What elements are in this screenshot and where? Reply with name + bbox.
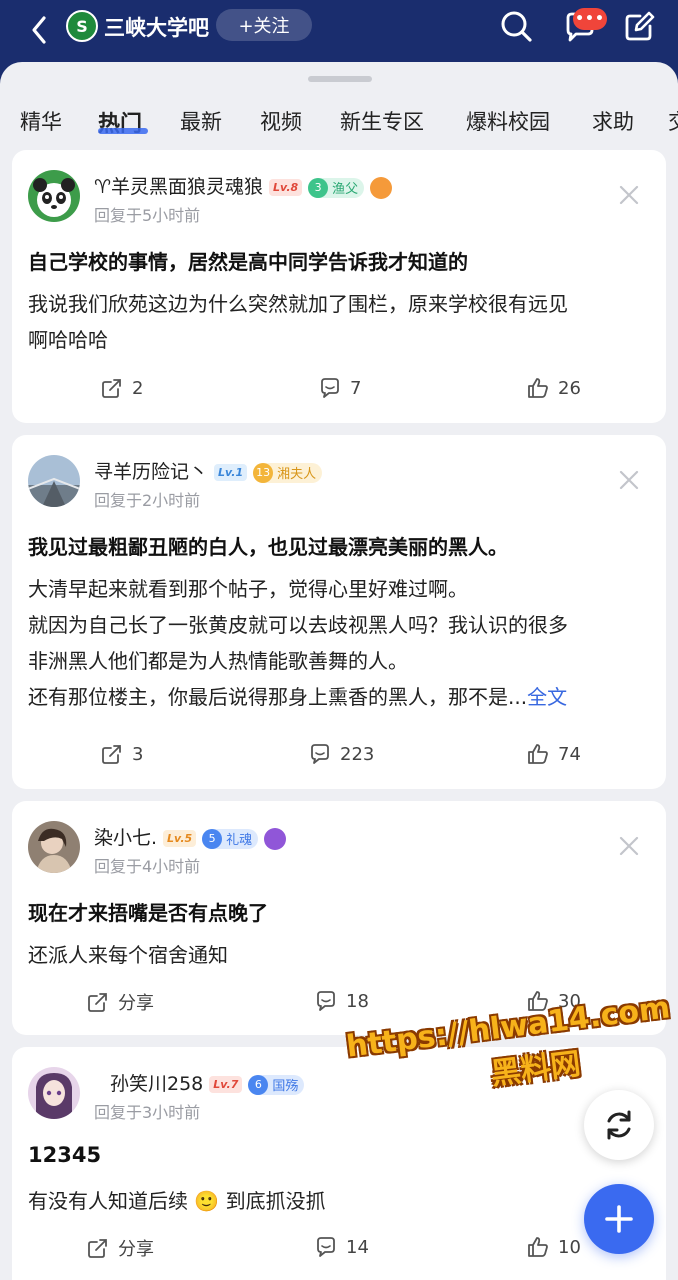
like-button[interactable]: 74 bbox=[526, 742, 581, 766]
thumbs-up-icon bbox=[528, 744, 548, 764]
comment-button[interactable]: 18 bbox=[314, 989, 369, 1013]
tab-help[interactable]: 求助 bbox=[592, 106, 634, 136]
reply-time: 回复于4小时前 bbox=[94, 857, 201, 876]
read-more-link[interactable]: 全文 bbox=[527, 685, 567, 709]
refresh-button[interactable] bbox=[584, 1090, 654, 1160]
title-badge: 6 国殇 bbox=[248, 1074, 305, 1095]
avatar[interactable] bbox=[28, 821, 80, 873]
share-icon bbox=[102, 379, 121, 398]
active-tab-indicator bbox=[98, 128, 148, 134]
post-title[interactable]: 12345 bbox=[28, 1143, 101, 1167]
new-post-button[interactable] bbox=[584, 1184, 654, 1254]
tab-more[interactable]: 交 bbox=[668, 106, 678, 136]
post-title[interactable]: 自己学校的事情，居然是高中同学告诉我才知道的 bbox=[28, 246, 468, 275]
post-body[interactable]: 还派人来每个宿舍通知 bbox=[28, 937, 652, 973]
post-actions: 3 223 74 bbox=[12, 742, 666, 772]
post-body[interactable]: 有没有人知道后续 🙂 到底抓没抓 bbox=[28, 1183, 652, 1219]
comment-icon bbox=[311, 744, 329, 764]
post-body[interactable]: 大清早起来就看到那个帖子，觉得心里好难过啊。 就因为自己长了一张黄皮就可以去歧视… bbox=[28, 571, 652, 715]
level-badge: Lv.5 bbox=[163, 830, 197, 847]
close-icon[interactable] bbox=[618, 835, 640, 857]
title-badge: 3 渔父 bbox=[308, 177, 365, 198]
thumbs-up-icon bbox=[528, 378, 548, 398]
avatar[interactable] bbox=[28, 170, 80, 222]
thumbs-up-icon bbox=[528, 991, 548, 1011]
comment-icon bbox=[317, 991, 335, 1011]
post-title[interactable]: 我见过最粗鄙丑陋的白人，也见过最漂亮美丽的黑人。 bbox=[28, 531, 508, 560]
panda-avatar-icon bbox=[28, 170, 80, 222]
username[interactable]: 寻羊历险记丶 Lv.1 13 湘夫人 bbox=[94, 457, 323, 484]
tab-campus-news[interactable]: 爆料校园 bbox=[466, 106, 550, 136]
share-button[interactable]: 2 bbox=[100, 376, 143, 400]
character-avatar-icon bbox=[28, 821, 80, 873]
post-body[interactable]: 我说我们欣苑这边为什么突然就加了围栏，原来学校很有远见 啊哈哈哈 bbox=[28, 286, 652, 358]
post-card[interactable]: ♈羊灵黑面狼灵魂狼 Lv.8 3 渔父 回复于5小时前 自己学校的事情，居然是高中同学… bbox=[12, 150, 666, 423]
reply-time: 回复于3小时前 bbox=[94, 1103, 201, 1122]
like-button[interactable]: 30 bbox=[526, 989, 581, 1013]
reply-time: 回复于5小时前 bbox=[94, 206, 201, 225]
tab-essence[interactable]: 精华 bbox=[20, 106, 62, 136]
post-card[interactable]: 染小七. Lv.5 5 礼魂 回复于4小时前 现在才来捂嘴是否有点晚了 还派人来每个宿… bbox=[12, 801, 666, 1035]
achievement-icon bbox=[370, 176, 393, 199]
post-card[interactable]: 寻羊历险记丶 Lv.1 13 湘夫人 回复于2小时前 我见过最粗鄙丑陋的白人，也见过最… bbox=[12, 435, 666, 789]
close-icon[interactable] bbox=[618, 184, 640, 206]
plus-icon bbox=[605, 1205, 633, 1233]
share-icon bbox=[88, 1239, 107, 1258]
username[interactable]: 染小七. Lv.5 5 礼魂 bbox=[94, 823, 287, 850]
share-button[interactable]: 3 bbox=[100, 742, 143, 766]
comment-button[interactable]: 7 bbox=[318, 376, 361, 400]
share-icon bbox=[88, 993, 107, 1012]
comment-icon bbox=[317, 1237, 335, 1257]
like-button[interactable]: 26 bbox=[526, 376, 581, 400]
title-badge: 5 礼魂 bbox=[202, 828, 259, 849]
landscape-avatar-icon bbox=[28, 455, 80, 507]
avatar[interactable] bbox=[28, 455, 80, 507]
title-badge: 13 湘夫人 bbox=[253, 462, 323, 483]
tab-video[interactable]: 视频 bbox=[260, 106, 302, 136]
back-arrow-icon[interactable] bbox=[26, 12, 54, 48]
tab-freshman[interactable]: 新生专区 bbox=[340, 106, 424, 136]
top-bar: S 三峡大学吧 +关注 ••• bbox=[0, 0, 678, 62]
refresh-icon bbox=[607, 1110, 631, 1140]
post-actions: 分享 18 30 bbox=[12, 989, 666, 1019]
thumbs-up-icon bbox=[528, 1237, 548, 1257]
share-button[interactable]: 分享 bbox=[86, 989, 154, 1015]
post-title[interactable]: 现在才来捂嘴是否有点晚了 bbox=[28, 897, 268, 926]
follow-button[interactable]: +关注 bbox=[216, 9, 312, 41]
reply-time: 回复于2小时前 bbox=[94, 491, 201, 510]
level-badge: Lv.1 bbox=[214, 464, 248, 481]
tab-latest[interactable]: 最新 bbox=[180, 106, 222, 136]
comment-button[interactable]: 14 bbox=[314, 1235, 369, 1259]
forum-logo[interactable]: S bbox=[66, 10, 98, 42]
level-badge: Lv.7 bbox=[209, 1076, 243, 1093]
username[interactable]: 孙笑川258 Lv.7 6 国殇 bbox=[110, 1069, 305, 1096]
content-sheet: 精华 热门 最新 视频 新生专区 爆料校园 求助 交 ♈羊灵黑面狼灵魂狼Lv.8… bbox=[0, 62, 678, 1280]
like-button[interactable]: 10 bbox=[526, 1235, 581, 1259]
username[interactable]: ♈羊灵黑面狼灵魂狼 Lv.8 3 渔父 bbox=[94, 172, 393, 199]
post-card[interactable]: 孙笑川258 Lv.7 6 国殇 回复于3小时前 12345 有没有人知道后续 🙂 到… bbox=[12, 1047, 666, 1280]
drag-handle[interactable] bbox=[308, 76, 372, 82]
forum-name[interactable]: 三峡大学吧 bbox=[104, 12, 209, 42]
avatar[interactable] bbox=[28, 1067, 80, 1119]
edit-icon[interactable] bbox=[622, 8, 658, 44]
message-badge: ••• bbox=[573, 8, 607, 30]
share-button[interactable]: 分享 bbox=[86, 1235, 154, 1261]
search-icon[interactable] bbox=[498, 8, 534, 44]
post-actions: 分享 14 10 bbox=[12, 1235, 666, 1265]
post-actions: 2 7 26 bbox=[12, 376, 666, 406]
achievement-icon bbox=[264, 827, 287, 850]
tab-bar: 精华 热门 最新 视频 新生专区 爆料校园 求助 交 bbox=[0, 102, 678, 146]
anime-avatar-icon bbox=[28, 1067, 80, 1119]
close-icon[interactable] bbox=[618, 469, 640, 491]
comment-icon bbox=[321, 378, 339, 398]
share-icon bbox=[102, 745, 121, 764]
comment-button[interactable]: 223 bbox=[308, 742, 374, 766]
level-badge: Lv.8 bbox=[269, 179, 303, 196]
